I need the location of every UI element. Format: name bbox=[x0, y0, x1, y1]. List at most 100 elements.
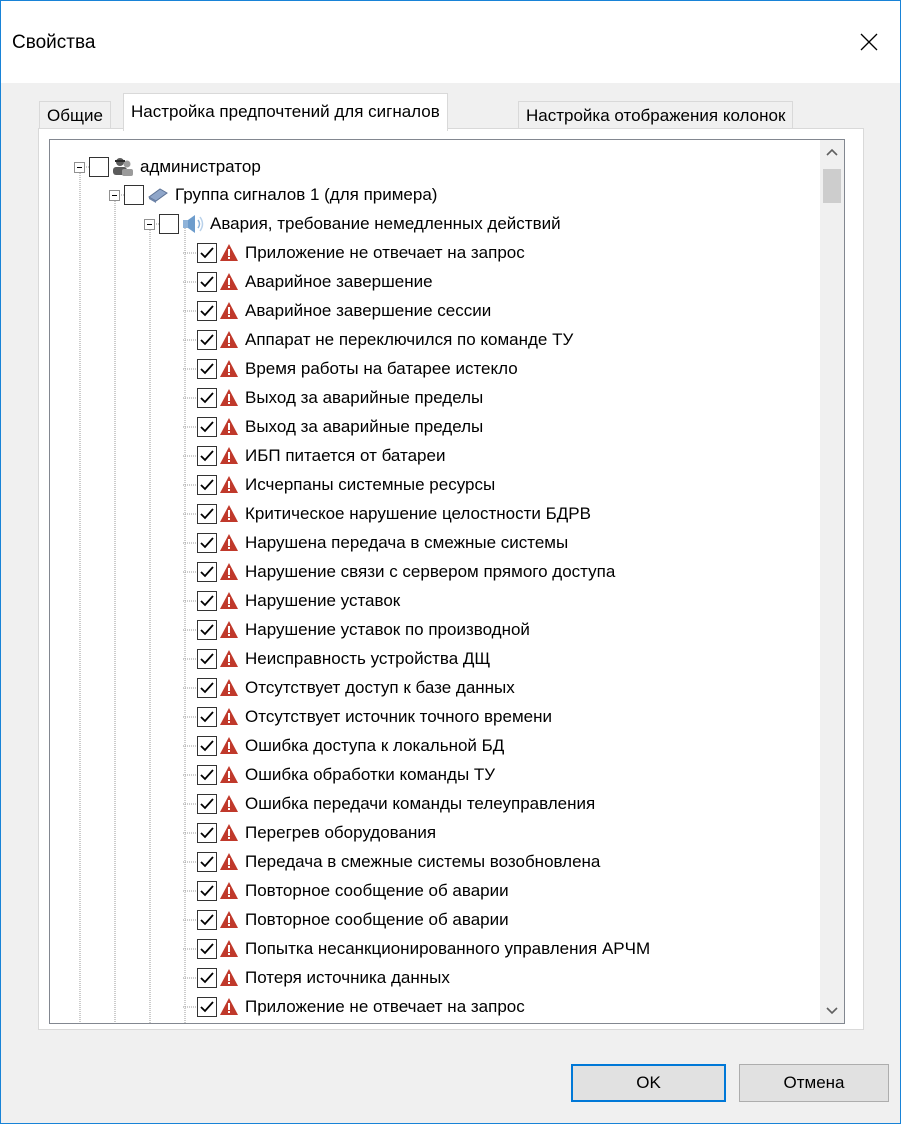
cancel-button[interactable]: Отмена bbox=[739, 1064, 889, 1102]
checkmark-icon bbox=[200, 508, 214, 520]
warning-icon bbox=[219, 736, 239, 756]
signal-item[interactable]: Аварийное завершение bbox=[197, 268, 433, 296]
warning-icon bbox=[219, 707, 239, 727]
tree-node-group[interactable]: Группа сигналов 1 (для примера) bbox=[109, 181, 437, 209]
signal-item[interactable]: Неисправность устройства ДЩ bbox=[197, 645, 490, 673]
scroll-down-button[interactable] bbox=[820, 999, 844, 1023]
checkmark-icon bbox=[200, 740, 214, 752]
signal-checkbox[interactable] bbox=[197, 620, 217, 640]
signal-item[interactable]: Отсутствует доступ к базе данных bbox=[197, 674, 515, 702]
checkmark-icon bbox=[200, 885, 214, 897]
group-checkbox[interactable] bbox=[124, 185, 144, 205]
ok-button[interactable]: OK bbox=[571, 1064, 726, 1102]
signal-checkbox[interactable] bbox=[197, 649, 217, 669]
signal-checkbox[interactable] bbox=[197, 533, 217, 553]
signal-checkbox[interactable] bbox=[197, 446, 217, 466]
scroll-thumb[interactable] bbox=[823, 169, 841, 203]
signal-item[interactable]: Отсутствует источник точного времени bbox=[197, 703, 552, 731]
collapse-toggle[interactable] bbox=[109, 189, 120, 201]
signal-item[interactable]: Нарушение связи с сервером прямого досту… bbox=[197, 558, 615, 586]
signal-checkbox[interactable] bbox=[197, 678, 217, 698]
signal-checkbox[interactable] bbox=[197, 591, 217, 611]
signal-item[interactable]: Нарушение уставок по производной bbox=[197, 616, 530, 644]
tree-node-user[interactable]: администратор bbox=[74, 153, 261, 181]
warning-icon bbox=[219, 359, 239, 379]
signal-item[interactable]: Нарушение уставок bbox=[197, 587, 400, 615]
signal-item[interactable]: Перегрев оборудования bbox=[197, 819, 436, 847]
warning-icon bbox=[219, 678, 239, 698]
signal-item[interactable]: Повторное сообщение об аварии bbox=[197, 906, 509, 934]
signal-checkbox[interactable] bbox=[197, 997, 217, 1017]
signal-item[interactable]: Выход за аварийные пределы bbox=[197, 384, 483, 412]
signal-checkbox[interactable] bbox=[197, 765, 217, 785]
signal-checkbox[interactable] bbox=[197, 794, 217, 814]
tab-panel: администратор Группа сигналов 1 (для при… bbox=[38, 128, 864, 1030]
tab-label: Настройка предпочтений для сигналов bbox=[131, 102, 440, 121]
signal-checkbox[interactable] bbox=[197, 330, 217, 350]
tree-node-label: администратор bbox=[140, 157, 261, 176]
signal-item[interactable]: Исчерпаны системные ресурсы bbox=[197, 471, 495, 499]
collapse-toggle[interactable] bbox=[74, 161, 85, 173]
warning-icon bbox=[219, 272, 239, 292]
category-checkbox[interactable] bbox=[159, 214, 179, 234]
title-bar: Свойства bbox=[1, 1, 900, 83]
signal-label: Ошибка доступа к локальной БД bbox=[245, 736, 505, 755]
tab-column-display[interactable]: Настройка отображения колонок bbox=[518, 101, 794, 129]
signal-item[interactable]: Аппарат не переключился по команде ТУ bbox=[197, 326, 573, 354]
signal-item[interactable]: Критическое нарушение целостности БДРВ bbox=[197, 500, 591, 528]
signal-checkbox[interactable] bbox=[197, 475, 217, 495]
signal-checkbox[interactable] bbox=[197, 881, 217, 901]
signal-item[interactable]: Приложение не отвечает на запрос bbox=[197, 239, 525, 267]
signal-checkbox[interactable] bbox=[197, 243, 217, 263]
signal-tree[interactable]: администратор Группа сигналов 1 (для при… bbox=[49, 139, 845, 1024]
signal-checkbox[interactable] bbox=[197, 736, 217, 756]
signal-item[interactable]: Ошибка обработки команды ТУ bbox=[197, 761, 495, 789]
signal-item[interactable]: Повторное сообщение об аварии bbox=[197, 877, 509, 905]
collapse-toggle[interactable] bbox=[144, 218, 155, 230]
signal-label: Аппарат не переключился по команде ТУ bbox=[245, 330, 574, 349]
scroll-up-button[interactable] bbox=[820, 140, 844, 164]
signal-item[interactable]: Нарушена передача в смежные системы bbox=[197, 529, 568, 557]
signal-item[interactable]: Ошибка передачи команды телеуправления bbox=[197, 790, 595, 818]
tab-general[interactable]: Общие bbox=[39, 101, 111, 129]
checkmark-icon bbox=[200, 421, 214, 433]
checkmark-icon bbox=[200, 914, 214, 926]
signal-item[interactable]: Время работы на батарее истекло bbox=[197, 355, 518, 383]
signal-checkbox[interactable] bbox=[197, 852, 217, 872]
signal-checkbox[interactable] bbox=[197, 562, 217, 582]
signal-checkbox[interactable] bbox=[197, 707, 217, 727]
signal-checkbox[interactable] bbox=[197, 968, 217, 988]
signal-checkbox[interactable] bbox=[197, 823, 217, 843]
user-checkbox[interactable] bbox=[89, 157, 109, 177]
signal-item[interactable]: Ошибка доступа к локальной БД bbox=[197, 732, 504, 760]
signal-checkbox[interactable] bbox=[197, 417, 217, 437]
checkmark-icon bbox=[200, 769, 214, 781]
signal-item[interactable]: Передача в смежные системы возобновлена bbox=[197, 848, 600, 876]
signal-checkbox[interactable] bbox=[197, 301, 217, 321]
tree-node-category[interactable]: Авария, требование немедленных действий bbox=[144, 210, 561, 238]
signal-label: Ошибка передачи команды телеуправления bbox=[245, 794, 596, 813]
signal-checkbox[interactable] bbox=[197, 939, 217, 959]
signal-label: Аварийное завершение bbox=[245, 272, 433, 291]
signal-label: Критическое нарушение целостности БДРВ bbox=[245, 504, 591, 523]
signal-item[interactable]: Аварийное завершение сессии bbox=[197, 297, 491, 325]
signal-item[interactable]: Приложение не отвечает на запрос bbox=[197, 993, 525, 1021]
signal-checkbox[interactable] bbox=[197, 388, 217, 408]
signal-checkbox[interactable] bbox=[197, 910, 217, 930]
close-button[interactable] bbox=[838, 1, 900, 83]
signal-item[interactable]: Потеря источника данных bbox=[197, 964, 450, 992]
signal-checkbox[interactable] bbox=[197, 359, 217, 379]
cancel-button-label: Отмена bbox=[783, 1073, 845, 1092]
tab-signal-preferences[interactable]: Настройка предпочтений для сигналов bbox=[123, 93, 448, 131]
signal-label: Повторное сообщение об аварии bbox=[245, 910, 509, 929]
vertical-scrollbar[interactable] bbox=[820, 140, 844, 1023]
signal-item[interactable]: Выход за аварийные пределы bbox=[197, 413, 483, 441]
signal-label: Нарушение уставок bbox=[245, 591, 401, 610]
warning-icon bbox=[219, 504, 239, 524]
checkmark-icon bbox=[200, 566, 214, 578]
signal-item[interactable]: Попытка несанкционированного управления … bbox=[197, 935, 650, 963]
signal-checkbox[interactable] bbox=[197, 504, 217, 524]
signal-item[interactable]: ИБП питается от батареи bbox=[197, 442, 445, 470]
checkmark-icon bbox=[200, 334, 214, 346]
signal-checkbox[interactable] bbox=[197, 272, 217, 292]
